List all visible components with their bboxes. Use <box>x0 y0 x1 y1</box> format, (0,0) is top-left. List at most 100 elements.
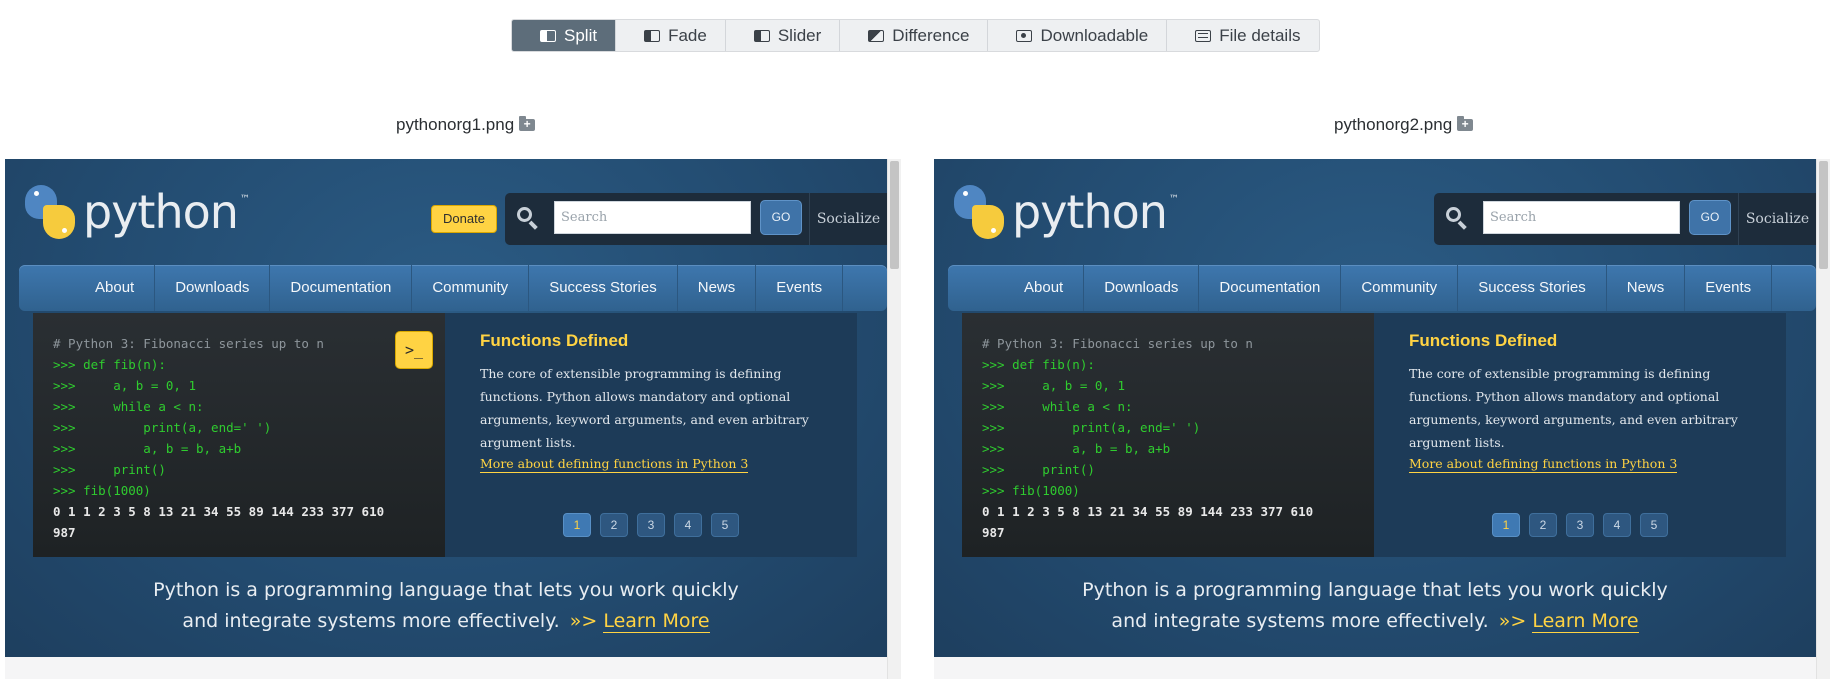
code-line: >>> while a < n: <box>53 399 204 414</box>
image-pane-right: python ™ Search GO Socialize About Downlo… <box>934 159 1830 679</box>
split-view-icon <box>540 29 556 42</box>
logo-wordmark: python ™ <box>83 185 250 239</box>
code-line: >>> a, b = b, a+b <box>53 441 242 456</box>
chevrons-icon: »> <box>1498 610 1527 632</box>
scrollbar-thumb[interactable] <box>890 161 899 269</box>
nav-documentation[interactable]: Documentation <box>1199 265 1342 311</box>
pager-button[interactable]: 4 <box>674 513 702 537</box>
code-line: >>> def fib(n): <box>53 357 166 372</box>
pager-button[interactable]: 3 <box>1566 513 1594 537</box>
main-nav: About Downloads Documentation Community … <box>19 265 887 311</box>
feature-panel: Functions Defined The core of extensible… <box>445 313 857 557</box>
nav-documentation[interactable]: Documentation <box>270 265 413 311</box>
search-input[interactable]: Search <box>1483 201 1680 234</box>
learn-more-link[interactable]: Learn More <box>1532 610 1639 633</box>
split-mode-label: Split <box>564 25 598 45</box>
add-folder-icon[interactable] <box>519 116 536 132</box>
pager-button[interactable]: 2 <box>1529 513 1557 537</box>
code-line: >>> a, b = 0, 1 <box>982 378 1125 393</box>
code-line: # Python 3: Fibonacci series up to n <box>53 336 324 351</box>
fade-mode-button[interactable]: Fade <box>616 20 726 51</box>
code-output: 987 <box>53 525 76 540</box>
slider-mode-label: Slider <box>777 25 822 45</box>
code-line: >>> a, b = 0, 1 <box>53 378 196 393</box>
python-logo[interactable]: python ™ <box>23 185 250 239</box>
python-snake-icon <box>23 185 77 239</box>
pager-button[interactable]: 3 <box>637 513 665 537</box>
pager-button[interactable]: 2 <box>600 513 628 537</box>
nav-success-stories[interactable]: Success Stories <box>1458 265 1607 311</box>
nav-events[interactable]: Events <box>1685 265 1773 311</box>
pager-button[interactable]: 1 <box>563 513 591 537</box>
main-nav: About Downloads Documentation Community … <box>948 265 1816 311</box>
scrollbar-thumb[interactable] <box>1819 161 1828 269</box>
nav-about[interactable]: About <box>1004 265 1085 311</box>
nav-community[interactable]: Community <box>412 265 530 311</box>
nav-community[interactable]: Community <box>1341 265 1459 311</box>
code-output: 0 1 1 2 3 5 8 13 21 34 55 89 144 233 377… <box>982 504 1314 519</box>
pager-button[interactable]: 5 <box>711 513 739 537</box>
code-line: >>> print() <box>53 462 166 477</box>
python-logo[interactable]: python ™ <box>952 185 1179 239</box>
nav-downloads[interactable]: Downloads <box>1084 265 1200 311</box>
run-console-button[interactable]: >_ <box>395 331 433 369</box>
nav-news[interactable]: News <box>678 265 757 311</box>
slider-mode-button[interactable]: Slider <box>726 20 841 51</box>
code-output: 987 <box>982 525 1005 540</box>
file-label-left: pythonorg1.png <box>396 115 536 135</box>
code-output: 0 1 1 2 3 5 8 13 21 34 55 89 144 233 377… <box>53 504 385 519</box>
pager-button[interactable]: 5 <box>1640 513 1668 537</box>
chevrons-icon: »> <box>569 610 598 632</box>
code-line: >>> a, b = b, a+b <box>982 441 1171 456</box>
nav-downloads[interactable]: Downloads <box>155 265 271 311</box>
search-icon <box>1446 207 1468 230</box>
nav-about[interactable]: About <box>75 265 156 311</box>
code-sample: # Python 3: Fibonacci series up to n >>>… <box>33 313 445 557</box>
pager-button[interactable]: 1 <box>1492 513 1520 537</box>
python-site-screenshot-right: python ™ Search GO Socialize About Downlo… <box>934 159 1816 657</box>
socialize-button[interactable]: Socialize <box>1738 193 1816 245</box>
nav-events[interactable]: Events <box>756 265 844 311</box>
socialize-button[interactable]: Socialize <box>809 193 887 245</box>
code-line: >>> def fib(n): <box>982 357 1095 372</box>
slider-icon <box>753 29 770 42</box>
file-name-right: pythonorg2.png <box>1334 115 1453 134</box>
python-snake-icon <box>952 185 1006 239</box>
scrollbar[interactable] <box>1816 159 1830 679</box>
feature-link[interactable]: More about defining functions in Python … <box>1409 456 1678 473</box>
downloadable-mode-button[interactable]: Downloadable <box>988 20 1168 51</box>
intro-line-1: Python is a programming language that le… <box>153 579 739 601</box>
donate-button[interactable]: Donate <box>431 205 497 233</box>
split-mode-button[interactable]: Split <box>512 20 617 51</box>
search-input[interactable]: Search <box>554 201 751 234</box>
go-button[interactable]: GO <box>1689 200 1731 235</box>
pager-button[interactable]: 4 <box>1603 513 1631 537</box>
feature-link[interactable]: More about defining functions in Python … <box>480 456 749 473</box>
scrollbar[interactable] <box>887 159 901 679</box>
learn-more-link[interactable]: Learn More <box>603 610 710 633</box>
difference-mode-label: Difference <box>892 25 970 45</box>
search-icon <box>517 207 539 230</box>
nav-news[interactable]: News <box>1607 265 1686 311</box>
code-line: >>> fib(1000) <box>982 483 1080 498</box>
difference-mode-button[interactable]: Difference <box>840 20 989 51</box>
intro-text: Python is a programming language that le… <box>5 575 887 637</box>
file-details-mode-button[interactable]: File details <box>1167 20 1318 51</box>
intro-line-2: and integrate systems more effectively. … <box>1111 610 1639 633</box>
intro-line-1: Python is a programming language that le… <box>1082 579 1668 601</box>
file-details-mode-label: File details <box>1219 25 1301 45</box>
code-sample: # Python 3: Fibonacci series up to n >>>… <box>962 313 1374 557</box>
search-bar: Search GO Socialize <box>505 193 887 245</box>
code-line: >>> print() <box>982 462 1095 477</box>
feature-body: The core of extensible programming is de… <box>480 366 809 450</box>
logo-wordmark: python ™ <box>1012 185 1179 239</box>
slide-pager: 1 2 3 4 5 <box>1374 513 1786 537</box>
image-pane-left: python ™ Donate Search GO Socialize About… <box>5 159 901 679</box>
feature-panel: Functions Defined The core of extensible… <box>1374 313 1786 557</box>
code-line: >>> fib(1000) <box>53 483 151 498</box>
nav-success-stories[interactable]: Success Stories <box>529 265 678 311</box>
go-button[interactable]: GO <box>760 200 802 235</box>
file-label-right: pythonorg2.png <box>1334 115 1474 135</box>
add-folder-icon[interactable] <box>1457 116 1474 132</box>
intro-line-2: and integrate systems more effectively. … <box>182 610 710 633</box>
